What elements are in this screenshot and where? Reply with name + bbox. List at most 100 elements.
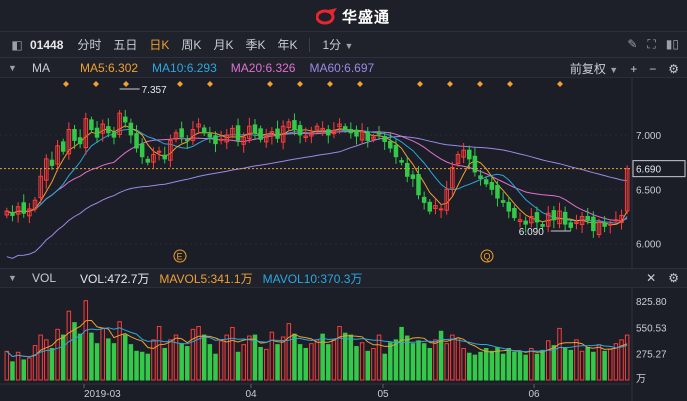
candle <box>354 129 359 137</box>
candle <box>60 141 66 152</box>
volume-bar <box>500 353 506 381</box>
volume-bar <box>218 340 224 381</box>
volume-bar <box>196 325 201 381</box>
ma-label[interactable]: MA <box>32 61 50 75</box>
volume-bar <box>38 334 43 381</box>
candle <box>427 201 433 212</box>
volume-bar <box>551 345 557 381</box>
volume-unit-label: 万 <box>636 374 646 385</box>
add-icon[interactable]: + <box>630 62 637 76</box>
volume-bar <box>495 347 500 381</box>
price-chart[interactable]: 7.000 6.500 6.000 6.690 7.357 6.090 E Q <box>0 78 687 268</box>
event-marker-icon <box>557 81 563 87</box>
volume-bar <box>529 347 534 381</box>
stock-code: 01448 <box>30 37 64 52</box>
volume-bar <box>66 310 72 381</box>
volume-tick-label: 275.27 <box>636 350 667 361</box>
brand: 华盛通 <box>316 6 390 26</box>
candle <box>568 222 574 228</box>
back-icon[interactable]: ◧ <box>10 38 24 52</box>
tab-weekly-k[interactable]: 周K <box>175 36 207 53</box>
tab-five-day[interactable]: 五日 <box>107 36 143 53</box>
candle <box>21 202 26 214</box>
price-tick-label: 6.000 <box>636 240 661 251</box>
volume-bar <box>382 353 387 381</box>
candle <box>156 150 162 153</box>
volume-bar <box>388 342 393 381</box>
event-marker-icon <box>93 81 99 87</box>
layout-icon[interactable]: ▮▯ <box>666 37 679 52</box>
ma60-line <box>6 135 628 259</box>
volume-bar <box>613 343 619 381</box>
tab-intraday[interactable]: 分时 <box>71 36 107 53</box>
volume-bar <box>100 327 105 381</box>
volume-bar <box>568 349 574 381</box>
volume-bar <box>585 347 590 381</box>
tab-quarterly-k[interactable]: 季K <box>239 36 271 53</box>
volume-bar <box>303 347 308 381</box>
candle <box>602 222 607 227</box>
candle <box>416 174 421 196</box>
candle <box>585 216 590 221</box>
settings-icon[interactable]: ⚙ <box>668 271 679 285</box>
collapse-icon[interactable]: ▼ <box>8 63 20 73</box>
collapse-icon[interactable]: ▼ <box>8 273 20 283</box>
pen-icon[interactable]: ✎ <box>627 37 637 52</box>
volume-bar <box>145 353 151 381</box>
settings-icon[interactable]: ⚙ <box>668 62 679 76</box>
candle <box>404 162 410 177</box>
vol-label[interactable]: VOL <box>32 271 56 285</box>
candle <box>483 179 489 185</box>
tab-monthly-k[interactable]: 月K <box>207 36 239 53</box>
volume-tick-label: 825.80 <box>636 297 667 308</box>
close-icon[interactable]: ✕ <box>646 271 656 285</box>
volume-bar <box>280 336 286 381</box>
adjust-select[interactable]: 前复权 ▼ <box>570 60 618 77</box>
interval-label: 1分 <box>322 38 342 52</box>
event-marker-icon <box>177 81 183 87</box>
minus-icon[interactable]: − <box>649 62 656 76</box>
volume-chart[interactable]: 825.80 550.53 275.27 万 2019-03 04 05 06 <box>0 288 687 401</box>
volume-bar <box>263 348 269 381</box>
volume-bar <box>106 338 111 381</box>
volume-bar <box>591 351 596 381</box>
candle <box>49 159 55 166</box>
quarter-marker-label: Q <box>484 252 491 262</box>
candle <box>89 119 94 130</box>
tab-daily-k[interactable]: 日K <box>143 36 175 53</box>
candle <box>145 158 151 163</box>
event-marker-icon <box>447 81 453 87</box>
volume-bar <box>247 335 252 381</box>
price-tick-label: 7.000 <box>636 131 661 142</box>
interval-select[interactable]: 1分 ▼ <box>316 36 359 53</box>
fullscreen-icon[interactable]: ⛶ <box>647 37 655 52</box>
brand-name: 华盛通 <box>342 8 391 26</box>
candle <box>326 129 331 136</box>
ma60-value: MA60:6.697 <box>309 60 375 75</box>
title-bar: 华盛通 <box>0 0 687 32</box>
volume-bar <box>596 344 602 381</box>
event-marker-icon <box>207 81 213 87</box>
volume-bar <box>540 349 545 381</box>
time-tick-label: 05 <box>377 389 389 400</box>
volume-bar <box>123 334 128 381</box>
volume-bar <box>421 343 427 381</box>
volume-bar <box>309 343 314 381</box>
volume-bar <box>168 339 173 381</box>
tab-yearly-k[interactable]: 年K <box>271 36 303 53</box>
candle <box>591 216 596 232</box>
volume-bar <box>10 361 15 381</box>
volume-bar <box>185 346 190 381</box>
volume-bar <box>348 334 354 381</box>
candle <box>489 182 495 190</box>
volume-bar <box>512 351 517 381</box>
volume-bar <box>455 337 461 381</box>
volume-bar <box>602 350 607 381</box>
candle <box>258 128 263 140</box>
candle <box>111 132 117 138</box>
candle <box>128 122 134 136</box>
volume-bar <box>461 347 466 381</box>
candle <box>213 135 218 145</box>
volume-bar <box>128 344 134 381</box>
volume-bar <box>354 346 359 381</box>
